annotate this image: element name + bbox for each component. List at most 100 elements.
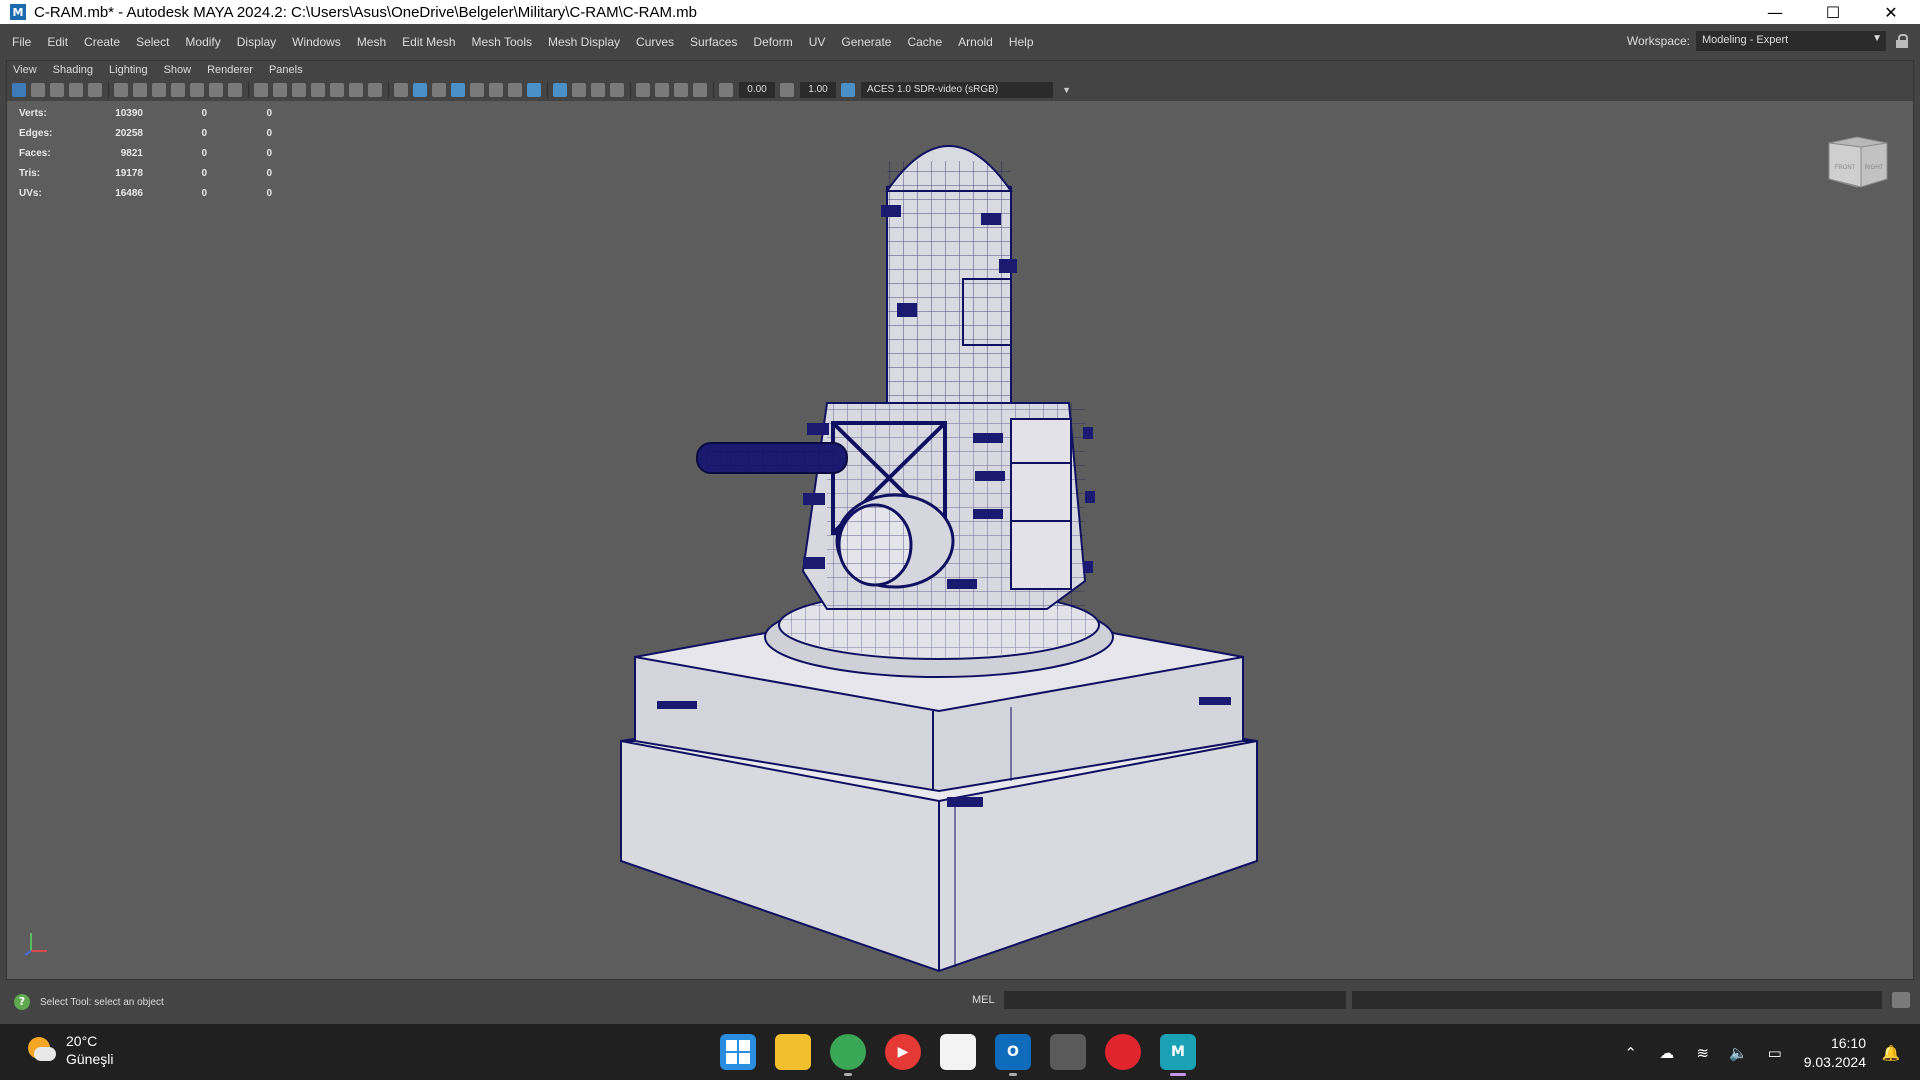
- clock-date: 9.03.2024: [1803, 1054, 1866, 1070]
- two-d-pan-icon[interactable]: [88, 83, 102, 97]
- maya-taskbar-icon[interactable]: M: [1160, 1034, 1196, 1076]
- view-transform-dropdown[interactable]: ACES 1.0 SDR-video (sRGB) ▼: [861, 82, 1071, 98]
- menu-windows[interactable]: Windows: [284, 28, 349, 56]
- workspace-selector: Workspace: Modeling - Expert ▼: [1627, 31, 1908, 51]
- camera-lock-icon[interactable]: [152, 83, 166, 97]
- xray-active-icon[interactable]: [610, 83, 624, 97]
- lights-icon[interactable]: [489, 83, 503, 97]
- xray-icon[interactable]: [572, 83, 586, 97]
- weather-widget[interactable]: 20°C Güneşli: [26, 1032, 113, 1068]
- resolution-gate-icon[interactable]: [292, 83, 306, 97]
- toolbar-divider: [630, 82, 631, 98]
- panel-menu-shading[interactable]: Shading: [45, 64, 101, 76]
- select-objects-icon[interactable]: [636, 83, 650, 97]
- wireframe-on-shaded-icon[interactable]: [451, 83, 465, 97]
- camera-icon[interactable]: [114, 83, 128, 97]
- menu-mesh-display[interactable]: Mesh Display: [540, 28, 628, 56]
- menu-mesh-tools[interactable]: Mesh Tools: [464, 28, 540, 56]
- exposure-icon[interactable]: [719, 83, 733, 97]
- command-language-toggle[interactable]: MEL: [972, 994, 995, 1006]
- smooth-shade-icon[interactable]: [413, 83, 427, 97]
- menu-modify[interactable]: Modify: [177, 28, 228, 56]
- menu-curves[interactable]: Curves: [628, 28, 682, 56]
- color-management-icon[interactable]: [841, 83, 855, 97]
- maximize-button[interactable]: ☐: [1804, 0, 1862, 24]
- menu-generate[interactable]: Generate: [833, 28, 899, 56]
- ambient-occlusion-icon[interactable]: [527, 83, 541, 97]
- notification-bell-icon[interactable]: 🔔: [1880, 1042, 1902, 1064]
- menu-deform[interactable]: Deform: [745, 28, 800, 56]
- panel-menu-lighting[interactable]: Lighting: [101, 64, 156, 76]
- menu-display[interactable]: Display: [229, 28, 284, 56]
- menu-create[interactable]: Create: [76, 28, 128, 56]
- lock-icon[interactable]: [1896, 34, 1908, 48]
- move-camera-icon[interactable]: [190, 83, 204, 97]
- main-menu-bar: File Edit Create Select Modify Display W…: [0, 28, 1920, 56]
- menu-select[interactable]: Select: [128, 28, 177, 56]
- copy-icon[interactable]: [655, 83, 669, 97]
- gamma-icon[interactable]: [780, 83, 794, 97]
- command-input[interactable]: [1004, 991, 1346, 1009]
- safe-action-icon[interactable]: [349, 83, 363, 97]
- show-hidden-icons-chevron-icon[interactable]: ⌃: [1620, 1042, 1642, 1064]
- panel-menu-view[interactable]: View: [7, 64, 45, 76]
- gate-mask-icon[interactable]: [311, 83, 325, 97]
- close-button[interactable]: ✕: [1862, 0, 1920, 24]
- bookmark-flag-icon[interactable]: [171, 83, 185, 97]
- menu-edit[interactable]: Edit: [39, 28, 76, 56]
- outlook-icon[interactable]: O: [995, 1034, 1031, 1076]
- workspace-dropdown[interactable]: Modeling - Expert ▼: [1696, 31, 1886, 51]
- menu-file[interactable]: File: [0, 28, 39, 56]
- c-ram-model[interactable]: [7, 101, 1913, 979]
- onedrive-cloud-icon[interactable]: ☁: [1656, 1042, 1678, 1064]
- field-chart-icon[interactable]: [330, 83, 344, 97]
- panel-menu-show[interactable]: Show: [156, 64, 200, 76]
- xray-joints-icon[interactable]: [591, 83, 605, 97]
- panel-menu-panels[interactable]: Panels: [261, 64, 311, 76]
- menu-edit-mesh[interactable]: Edit Mesh: [394, 28, 463, 56]
- menu-cache[interactable]: Cache: [899, 28, 950, 56]
- paste-icon[interactable]: [674, 83, 688, 97]
- minimize-button[interactable]: —: [1746, 0, 1804, 24]
- exposure-field[interactable]: 0.00: [739, 82, 775, 98]
- menu-surfaces[interactable]: Surfaces: [682, 28, 745, 56]
- clock[interactable]: 16:10 9.03.2024: [1804, 1034, 1866, 1072]
- red-app-icon[interactable]: [1105, 1034, 1141, 1070]
- chevron-down-icon: ▼: [1062, 85, 1071, 95]
- isolate-select-icon[interactable]: [553, 83, 567, 97]
- menu-mesh[interactable]: Mesh: [349, 28, 394, 56]
- snap-icon[interactable]: [209, 83, 223, 97]
- grid-icon[interactable]: [254, 83, 268, 97]
- maya-glyph: M: [1171, 1044, 1185, 1060]
- script-editor-icon[interactable]: [1892, 992, 1910, 1008]
- menu-arnold[interactable]: Arnold: [950, 28, 1001, 56]
- menu-help[interactable]: Help: [1001, 28, 1042, 56]
- windows-start-icon[interactable]: [720, 1034, 756, 1070]
- file-explorer-icon[interactable]: [775, 1034, 811, 1070]
- safe-title-icon[interactable]: [368, 83, 382, 97]
- pencil-icon[interactable]: [228, 83, 242, 97]
- image-plane-icon[interactable]: [69, 83, 83, 97]
- menu-uv[interactable]: UV: [801, 28, 834, 56]
- wireframe-icon[interactable]: [394, 83, 408, 97]
- view-cube[interactable]: FRONT RIGHT: [1827, 135, 1889, 189]
- bookmark-icon[interactable]: [50, 83, 64, 97]
- default-material-icon[interactable]: [432, 83, 446, 97]
- chrome-icon[interactable]: [830, 1034, 866, 1076]
- shadows-icon[interactable]: [508, 83, 522, 97]
- grease-pencil-icon[interactable]: [133, 83, 147, 97]
- camera-attributes-icon[interactable]: [31, 83, 45, 97]
- select-camera-icon[interactable]: [12, 83, 26, 97]
- film-gate-icon[interactable]: [273, 83, 287, 97]
- microsoft-store-icon[interactable]: [940, 1034, 976, 1070]
- youtube-icon[interactable]: ▶: [885, 1034, 921, 1070]
- 3d-viewport[interactable]: Verts: 10390 0 0 Edges: 20258 0 0 Faces:…: [7, 101, 1913, 979]
- wifi-icon[interactable]: ≋: [1692, 1042, 1714, 1064]
- battery-icon[interactable]: ▭: [1764, 1042, 1786, 1064]
- panel-menu-renderer[interactable]: Renderer: [199, 64, 261, 76]
- volume-icon[interactable]: 🔈: [1728, 1042, 1750, 1064]
- unity-icon[interactable]: [1050, 1034, 1086, 1070]
- textured-icon[interactable]: [470, 83, 484, 97]
- resize-icon[interactable]: [693, 83, 707, 97]
- gamma-field[interactable]: 1.00: [800, 82, 836, 98]
